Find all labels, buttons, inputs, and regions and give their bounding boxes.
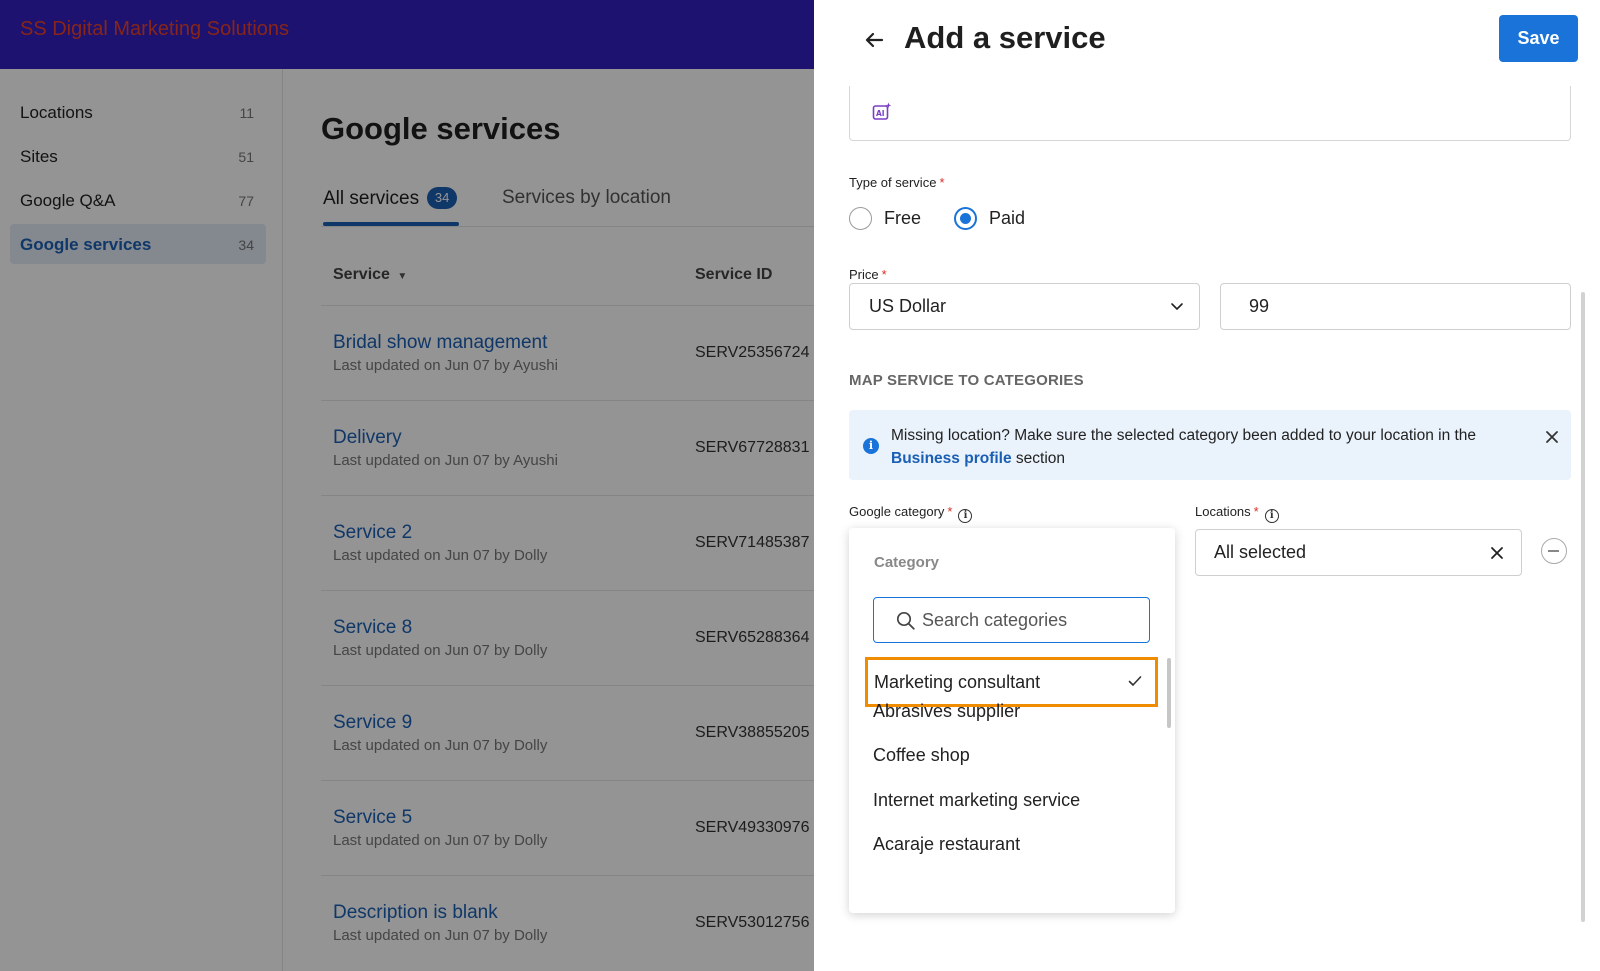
panel-scrollbar[interactable] [1581, 292, 1585, 922]
radio-circle-selected [954, 207, 977, 230]
close-icon[interactable] [1543, 428, 1561, 446]
ai-sparkle-icon[interactable]: AI [872, 102, 892, 122]
search-icon [896, 611, 915, 630]
checkmark-icon [1128, 676, 1142, 686]
arrow-left-icon [865, 32, 884, 48]
locations-select[interactable]: All selected [1195, 529, 1522, 576]
back-button[interactable] [854, 24, 894, 56]
alert-message: Missing location? Make sure the selected… [891, 424, 1511, 470]
section-heading: MAP SERVICE TO CATEGORIES [849, 372, 1084, 389]
price-label: Price * [849, 267, 887, 282]
type-of-service-label: Type of service * [849, 175, 945, 190]
chevron-down-icon [1171, 303, 1183, 310]
required-asterisk: * [939, 175, 945, 190]
category-search-box[interactable] [873, 597, 1150, 643]
alert-suffix: section [1015, 450, 1066, 467]
clear-icon[interactable] [1489, 545, 1505, 561]
locations-value: All selected [1214, 542, 1307, 562]
modal-backdrop[interactable] [0, 0, 814, 971]
category-option[interactable]: Coffee shop [873, 745, 970, 766]
category-option-selected[interactable]: Marketing consultant [865, 657, 1158, 707]
required-asterisk: * [947, 504, 953, 519]
panel-title: Add a service [904, 20, 1106, 55]
label-text: Price [849, 267, 879, 282]
info-icon: i [863, 438, 879, 454]
label-text: Locations [1195, 504, 1251, 519]
info-tooltip-icon[interactable]: i [1264, 509, 1279, 523]
save-button[interactable]: Save [1499, 15, 1578, 62]
label-text: Google category [849, 504, 945, 519]
alert-text: Missing location? Make sure the selected… [891, 427, 1477, 444]
dropdown-scrollbar[interactable] [1167, 658, 1171, 728]
required-asterisk: * [1253, 504, 1259, 519]
radio-label: Free [884, 208, 922, 228]
radio-label: Paid [989, 208, 1026, 228]
info-tooltip-icon[interactable]: i [958, 509, 973, 523]
dropdown-heading: Category [874, 554, 940, 571]
category-option[interactable]: Internet marketing service [873, 790, 1080, 811]
required-asterisk: * [881, 267, 887, 282]
currency-select[interactable]: US Dollar [849, 283, 1200, 330]
category-option[interactable]: Abrasives supplier [873, 701, 1020, 722]
search-categories-input[interactable] [922, 606, 1137, 634]
option-label: Marketing consultant [874, 672, 1041, 692]
price-input[interactable] [1220, 283, 1571, 330]
currency-value: US Dollar [869, 296, 947, 316]
description-textarea[interactable]: AI [849, 86, 1571, 141]
google-category-label: Google category * i [849, 504, 973, 523]
radio-circle [849, 207, 872, 230]
business-profile-link[interactable]: Business profile [891, 450, 1012, 467]
remove-row-button[interactable] [1541, 538, 1567, 564]
info-alert: i Missing location? Make sure the select… [849, 410, 1571, 480]
locations-label: Locations * i [1195, 504, 1279, 523]
svg-text:AI: AI [876, 109, 885, 118]
category-option[interactable]: Acaraje restaurant [873, 834, 1020, 855]
label-text: Type of service [849, 175, 937, 190]
category-dropdown: Category Marketing consultant Abrasives … [849, 528, 1175, 913]
